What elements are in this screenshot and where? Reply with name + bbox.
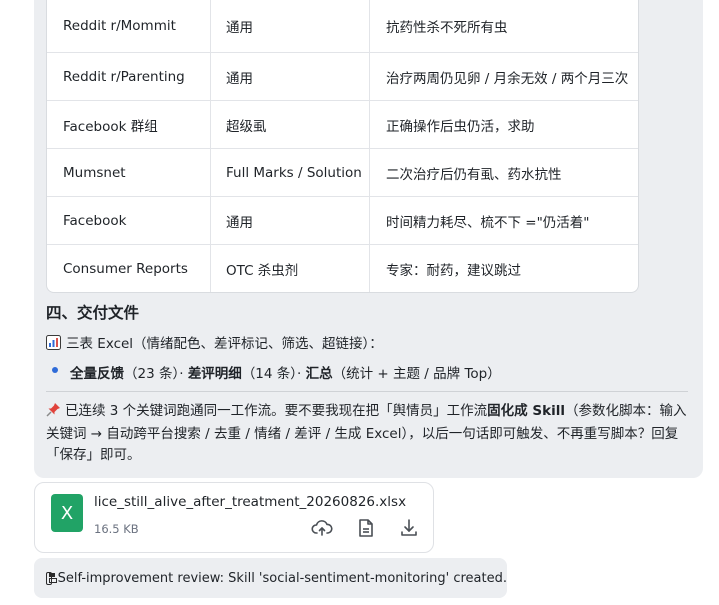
bar-chart-icon bbox=[46, 335, 61, 354]
table-cell-platform: Mumsnet bbox=[47, 149, 211, 196]
table-cell-product: Full Marks / Solution bbox=[211, 149, 370, 196]
table-row: Facebook 群组 超级虱 正确操作后虫仍活，求助 bbox=[47, 101, 638, 149]
table-cell-issue: 二次治疗后仍有虱、药水抗性 bbox=[386, 166, 562, 183]
bullet-dot bbox=[52, 367, 58, 373]
table-row: Facebook 通用 时间精力耗尽、梳不下 ="仍活着" bbox=[47, 197, 638, 245]
table-row: Reddit r/Mommit 通用 抗药性杀不死所有虫 bbox=[47, 0, 638, 53]
cloud-upload-icon[interactable] bbox=[311, 517, 333, 539]
sheet-summary-text: （统计 + 主题 / 品牌 Top） bbox=[332, 366, 501, 382]
table-row: Consumer Reports OTC 杀虫剂 专家：耐药，建议跳过 bbox=[47, 245, 638, 292]
table-cell-product: 通用 bbox=[211, 0, 370, 52]
file-attachment-card[interactable]: X lice_still_alive_after_treatment_20260… bbox=[34, 482, 434, 553]
sheet-name-summary: 汇总 bbox=[305, 366, 333, 382]
divider bbox=[46, 391, 688, 392]
table-cell-platform: Consumer Reports bbox=[47, 245, 211, 292]
file-size: 16.5 KB bbox=[94, 522, 139, 536]
suggestion-text-bold: 固化成 Skill bbox=[487, 403, 565, 419]
sheet-count-text: （23 条）· bbox=[124, 366, 188, 382]
sheet-count-text: （14 条）· bbox=[241, 366, 306, 382]
pushpin-icon bbox=[46, 402, 61, 424]
document-preview-icon[interactable] bbox=[355, 517, 377, 539]
table-cell-product: 超级虱 bbox=[211, 101, 370, 148]
table-cell-issue: 治疗两周仍见卵 / 月余无效 / 两个月三次 bbox=[386, 70, 629, 87]
table-row: Mumsnet Full Marks / Solution 二次治疗后仍有虱、药… bbox=[47, 149, 638, 197]
excel-file-icon: X bbox=[51, 494, 83, 532]
table-cell-issue: 时间精力耗尽、梳不下 ="仍活着" bbox=[386, 214, 590, 231]
table-cell-platform: Reddit r/Mommit bbox=[47, 0, 211, 52]
review-text: Self-improvement review: Skill 'social-s… bbox=[57, 570, 507, 586]
excel-description-text: 三表 Excel（情绪配色、差评标记、筛选、超链接）： bbox=[66, 336, 383, 352]
suggestion-text-pre: 已连续 3 个关键词跑通同一工作流。要不要我现在把「舆情员」工作流 bbox=[65, 403, 488, 419]
table-cell-platform: Facebook 群组 bbox=[47, 101, 211, 148]
table-cell-product: 通用 bbox=[211, 197, 370, 244]
table-cell-platform: Reddit r/Parenting bbox=[47, 53, 211, 100]
table-cell-issue: 专家：耐药，建议跳过 bbox=[386, 262, 521, 279]
excel-description-line: 三表 Excel（情绪配色、差评标记、筛选、超链接）： bbox=[46, 332, 383, 354]
self-improvement-review-notice: Self-improvement review: Skill 'social-s… bbox=[34, 558, 507, 598]
file-name[interactable]: lice_still_alive_after_treatment_2026082… bbox=[94, 494, 406, 510]
deliverables-list-item: 全量反馈（23 条）· 差评明细（14 条）· 汇总（统计 + 主题 / 品牌 … bbox=[70, 362, 501, 382]
table-row: Reddit r/Parenting 通用 治疗两周仍见卵 / 月余无效 / 两… bbox=[47, 53, 638, 101]
section-heading: 四、交付文件 bbox=[46, 304, 140, 322]
table-cell-product: OTC 杀虫剂 bbox=[211, 245, 370, 292]
feedback-table: Reddit r/Mommit 通用 抗药性杀不死所有虫 Reddit r/Pa… bbox=[46, 0, 639, 293]
sheet-name-negative-detail: 差评明细 bbox=[187, 366, 242, 382]
floppy-disk-icon bbox=[46, 571, 57, 585]
skill-suggestion-paragraph: 已连续 3 个关键词跑通同一工作流。要不要我现在把「舆情员」工作流固化成 Ski… bbox=[46, 401, 691, 466]
table-cell-product: 通用 bbox=[211, 53, 370, 100]
table-cell-issue: 抗药性杀不死所有虫 bbox=[386, 20, 508, 36]
download-icon[interactable] bbox=[398, 517, 420, 539]
table-cell-platform: Facebook bbox=[47, 197, 211, 244]
table-cell-issue: 正确操作后虫仍活，求助 bbox=[386, 118, 535, 135]
sheet-name-full-feedback: 全量反馈 bbox=[70, 366, 124, 382]
